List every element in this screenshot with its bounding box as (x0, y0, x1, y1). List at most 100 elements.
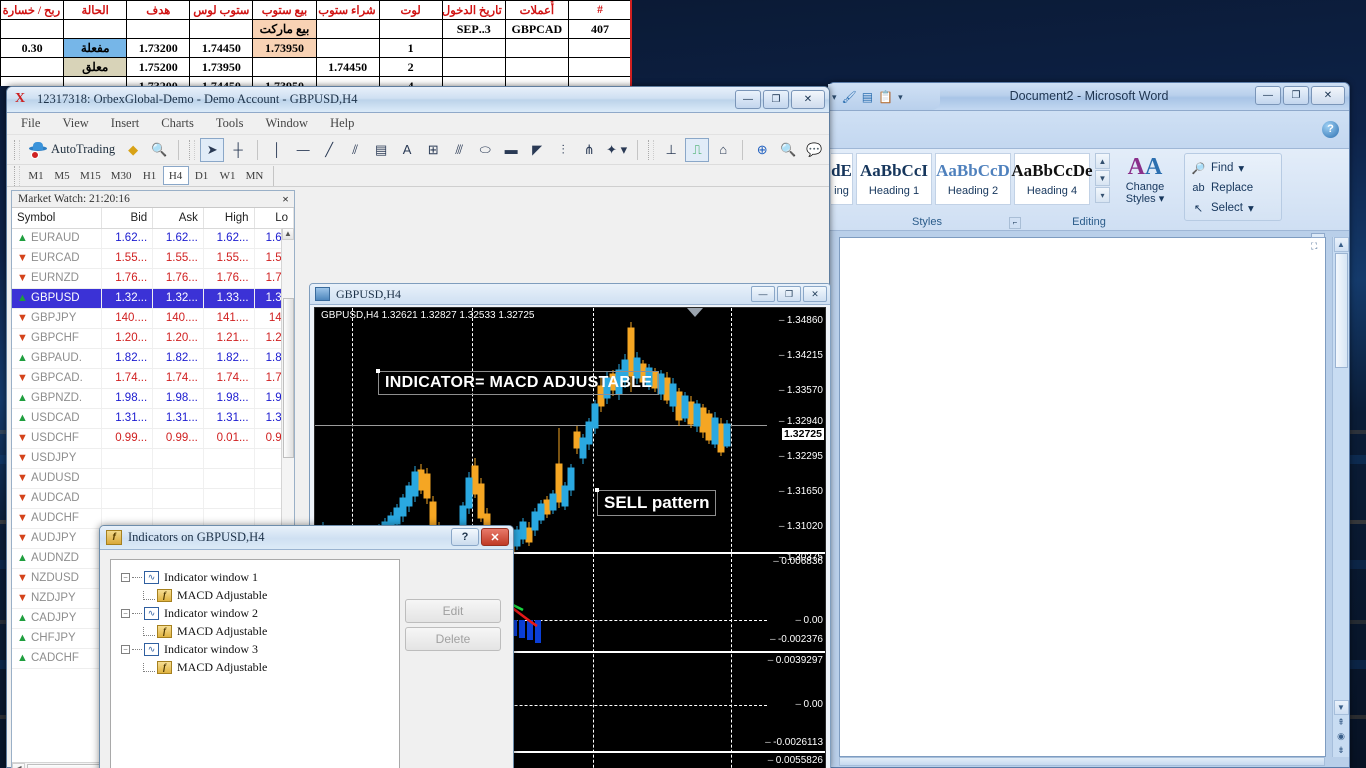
word-quick-access-toolbar[interactable]: ▾ 🖌 ▤ 📋 ▾ (828, 84, 940, 110)
period-m30[interactable]: M30 (106, 166, 137, 185)
cell-target[interactable]: 1.75200 (127, 58, 190, 77)
market-watch-row[interactable]: ▼GBPJPY140....140....141....140 (12, 308, 294, 328)
menu-insert[interactable]: Insert (111, 116, 139, 131)
browse-object-icon[interactable]: ◉ (1335, 729, 1348, 743)
period-m1[interactable]: M1 (23, 166, 49, 185)
zoom-in-icon[interactable]: ⊕ (750, 138, 774, 162)
styles-dialog-launcher-icon[interactable]: ⌐ (1009, 217, 1021, 229)
vertical-line-icon[interactable]: │ (265, 138, 289, 162)
cell-symbol[interactable]: ▼NZDUSD (12, 568, 102, 588)
cell-symbol[interactable]: ▼AUDJPY (12, 528, 102, 548)
scroll-up-icon[interactable]: ▲ (1095, 153, 1110, 169)
more-styles-icon[interactable]: ▾ (1095, 187, 1110, 203)
restore-icon[interactable]: ❐ (1283, 86, 1309, 105)
spelling-icon[interactable]: ▤ (862, 90, 873, 104)
close-icon[interactable]: ✕ (1311, 86, 1345, 105)
mt4-titlebar[interactable]: X 12317318: OrbexGlobal-Demo - Demo Acco… (7, 87, 829, 113)
cell-pl[interactable] (1, 58, 64, 77)
market-watch-row[interactable]: ▼EURCAD1.55...1.55...1.55...1.54 (12, 248, 294, 268)
line-chart-icon[interactable]: ⌂ (711, 138, 735, 162)
cell-stop-loss[interactable]: 1.74450 (190, 39, 253, 58)
cell-symbol[interactable]: ▼AUDUSD (12, 468, 102, 488)
tree-item-window[interactable]: −∿Indicator window 2 (121, 604, 399, 622)
minimize-icon[interactable]: — (1255, 86, 1281, 105)
cell-symbol[interactable]: ▲AUDNZD (12, 548, 102, 568)
col-ask[interactable]: Ask (153, 208, 204, 228)
cell-sell-stop[interactable]: بيع ماركت (253, 20, 316, 39)
indicators-dialog-controls[interactable]: ? ✕ (451, 528, 509, 546)
word-ribbon-home[interactable]: dE ing AaBbCcI Heading 1 AaBbCcD Heading… (829, 149, 1349, 231)
period-h4[interactable]: H4 (163, 166, 189, 185)
cell-symbol[interactable]: ▼EURNZD (12, 268, 102, 288)
chart-window-controls[interactable]: — ❐ ✕ (751, 286, 827, 302)
cell-entry-date[interactable]: 3..SEP (442, 20, 505, 39)
style-item-heading2[interactable]: AaBbCcD Heading 2 (935, 153, 1011, 205)
find-button[interactable]: 🔎 Find ▾ (1191, 158, 1275, 178)
cell-symbol[interactable]: ▲USDCAD (12, 408, 102, 428)
market-watch-row[interactable]: ▲EURAUD1.62...1.62...1.62...1.61 (12, 228, 294, 248)
market-watch-row[interactable]: ▼AUDUSD (12, 468, 294, 488)
tree-item-window[interactable]: −∿Indicator window 1 (121, 568, 399, 586)
autotrading-button[interactable]: AutoTrading (25, 142, 119, 157)
cell-entry-date[interactable] (442, 39, 505, 58)
cell-pair[interactable] (505, 58, 568, 77)
cell-status[interactable]: معلق (64, 58, 127, 77)
cell-sell-stop[interactable]: 1.73950 (253, 39, 316, 58)
next-page-icon[interactable]: ⇟ (1335, 743, 1348, 757)
period-h1[interactable]: H1 (137, 166, 163, 185)
cell-ticket[interactable] (568, 77, 631, 87)
cell-buy-stop[interactable] (316, 39, 379, 58)
cell-symbol[interactable]: ▲GBPAUD. (12, 348, 102, 368)
equidistant-channel-icon[interactable]: ⫽ (343, 138, 367, 162)
cell-symbol[interactable]: ▼GBPJPY (12, 308, 102, 328)
cell-pair[interactable] (505, 77, 568, 87)
main-price-panel[interactable]: INDICATOR= MACD ADJUSTABLE SELL pattern (315, 308, 767, 552)
cell-symbol[interactable]: ▼NZDJPY (12, 588, 102, 608)
cell-symbol[interactable]: ▲GBPUSD (12, 288, 102, 308)
minimize-icon[interactable]: — (735, 90, 761, 109)
fibonacci-fan-icon[interactable]: ⫶ (551, 138, 575, 162)
close-icon[interactable]: ✕ (791, 90, 825, 109)
market-watch-row[interactable]: ▲USDCAD1.31...1.31...1.31...1.30 (12, 408, 294, 428)
market-watch-row[interactable]: ▼AUDCAD (12, 488, 294, 508)
bar-chart-icon[interactable]: ⊥ (659, 138, 683, 162)
tree-item-indicator[interactable]: fMACD Adjustable (121, 586, 399, 604)
cell-entry-date[interactable] (442, 77, 505, 87)
cell-target[interactable]: 1.73200 (127, 77, 190, 87)
cell-sell-stop[interactable] (253, 58, 316, 77)
zoom-out-icon[interactable]: 🔍 (776, 138, 800, 162)
cell-buy-stop[interactable] (316, 20, 379, 39)
close-icon[interactable]: ✕ (803, 286, 827, 302)
menu-view[interactable]: View (62, 116, 88, 131)
market-watch-row[interactable]: ▼EURNZD1.76...1.76...1.76...1.74 (12, 268, 294, 288)
period-m5[interactable]: M5 (49, 166, 75, 185)
scroll-up-icon[interactable]: ▲ (282, 228, 294, 240)
period-m15[interactable]: M15 (75, 166, 106, 185)
object-handle[interactable] (376, 369, 380, 373)
menu-window[interactable]: Window (266, 116, 309, 131)
cell-lot[interactable] (379, 20, 442, 39)
close-icon[interactable]: × (282, 192, 289, 207)
period-mn[interactable]: MN (241, 166, 269, 185)
cell-entry-date[interactable] (442, 58, 505, 77)
annotation-indicator-text[interactable]: INDICATOR= MACD ADJUSTABLE (378, 371, 659, 395)
minimize-icon[interactable]: — (751, 286, 775, 302)
market-watch-row[interactable]: ▼USDJPY (12, 448, 294, 468)
candlestick-chart-icon[interactable]: ⎍ (685, 138, 709, 162)
cell-status[interactable]: مفعلة (64, 39, 127, 58)
cell-symbol[interactable]: ▼AUDCHF (12, 508, 102, 528)
cell-status[interactable] (64, 77, 127, 87)
scrollbar-thumb[interactable] (1335, 253, 1348, 368)
scrollbar-thumb[interactable] (283, 298, 294, 458)
styles-gallery[interactable]: dE ing AaBbCcI Heading 1 AaBbCcD Heading… (829, 153, 1110, 205)
word-page[interactable] (839, 237, 1326, 757)
cell-symbol[interactable]: ▲CADCHF (12, 648, 102, 668)
expert-advisor-icon[interactable]: ◆ (121, 138, 145, 162)
chart-titlebar[interactable]: GBPUSD,H4 — ❐ ✕ (310, 284, 830, 305)
customize-qat-icon[interactable]: ▾ (898, 92, 903, 103)
cell-symbol[interactable]: ▲CADJPY (12, 608, 102, 628)
toolbar-grip[interactable] (14, 140, 20, 160)
cell-symbol[interactable]: ▼USDJPY (12, 448, 102, 468)
cell-status[interactable] (64, 20, 127, 39)
mt4-menubar[interactable]: File View Insert Charts Tools Window Hel… (7, 113, 829, 135)
